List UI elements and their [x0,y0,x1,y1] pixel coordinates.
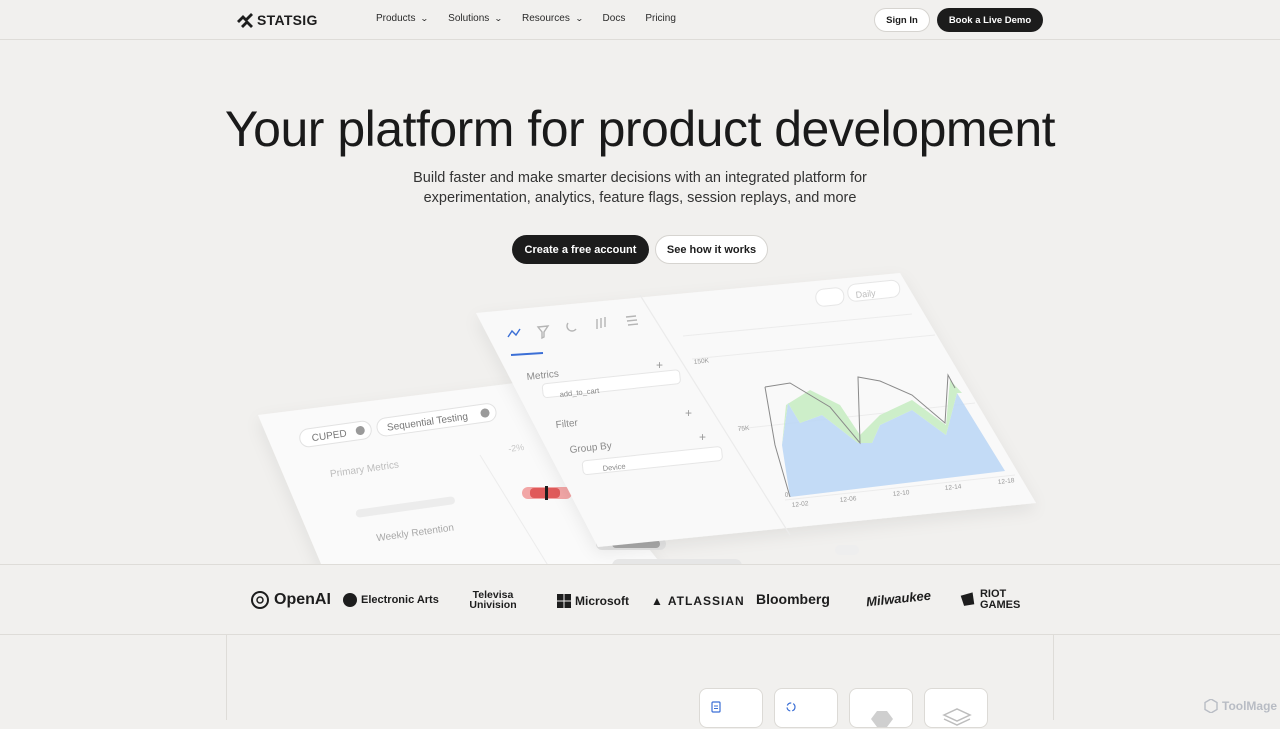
sign-in-button[interactable]: Sign In [874,8,930,32]
hero-subtitle: Build faster and make smarter decisions … [413,170,867,206]
microsoft-icon [557,594,571,608]
logo-microsoft-label: Microsoft [575,594,629,608]
chevron-down-icon: ⌄ [494,14,504,23]
logo-atlassian-label: ATLASSIAN [667,594,745,608]
watermark-icon [1204,699,1218,713]
logo-bloomberg: Bloomberg [756,591,830,607]
nav-pricing[interactable]: Pricing [645,13,676,24]
plus-icon: + [656,358,663,372]
scroll-thumb [835,545,859,555]
book-demo-button[interactable]: Book a Live Demo [937,8,1043,32]
hero-title: Your platform for product development [224,101,1056,157]
logo-ea: Electronic Arts [343,593,439,607]
nav-products[interactable]: Products ⌄ [376,13,430,24]
logo-openai-label: OpenAI [274,591,331,608]
logo-riot-games: RIOT GAMES [959,589,1039,611]
plus-icon: + [685,406,692,420]
statsig-logo-icon [237,12,253,28]
plus-icon: + [699,430,706,444]
ci-marker [545,486,548,500]
logo-milwaukee: Milwaukee [865,587,932,610]
tag-icon [871,711,893,727]
see-how-it-works-button[interactable]: See how it works [655,235,768,264]
watermark: ToolMage [1204,699,1277,713]
product-illustration: CUPED Sequential Testing Primary Metrics… [0,265,1280,565]
nav-pricing-label: Pricing [645,13,676,24]
chevron-down-icon: ⌄ [574,14,584,23]
customer-logos: OpenAI Electronic Arts Televisa Univisio… [0,564,1280,635]
illustration-svg: CUPED Sequential Testing Primary Metrics… [258,273,1036,565]
riot-fist-icon [960,592,975,606]
nav-docs-label: Docs [602,13,626,24]
nav-products-label: Products [376,13,416,24]
openai-icon [251,591,269,609]
nav-resources-label: Resources [522,13,570,24]
logo-televisa: Televisa Univision [469,589,517,611]
interval-label: Daily [855,288,876,300]
feature-tile-docs[interactable] [699,688,763,728]
feature-tile-recycle[interactable] [774,688,838,728]
nav-resources[interactable]: Resources ⌄ [522,13,584,24]
nav-docs[interactable]: Docs [603,13,626,24]
top-nav: STATSIG Products ⌄ Solutions ⌄ Resources ⌄ … [0,0,1280,40]
feature-tile-tag[interactable] [849,688,913,728]
layers-icon [942,708,972,726]
logo-riot-label: RIOT GAMES [979,588,1021,611]
document-icon [711,701,721,713]
create-account-button[interactable]: Create a free account [512,235,649,264]
refresh-icon [786,702,796,712]
logo-ea-label: Electronic Arts [361,594,439,606]
brand-name: STATSIG [257,12,318,28]
chevron-down-icon: ⌄ [420,14,430,23]
statsig-logo[interactable]: STATSIG [237,12,318,28]
logo-microsoft: Microsoft [557,594,629,608]
nav-links: Products ⌄ Solutions ⌄ Resources ⌄ Docs Pri… [376,13,696,24]
nav-solutions-label: Solutions [448,13,490,24]
ea-icon [343,593,357,607]
y-tick-label: 75K [737,425,750,433]
atlassian-icon: ▲ [651,594,664,608]
logo-atlassian: ▲ ATLASSIAN [651,594,745,608]
line-chart-toggle [815,287,845,307]
nav-solutions[interactable]: Solutions ⌄ [448,13,504,24]
logo-openai: OpenAI [250,590,331,610]
watermark-label: ToolMage [1222,699,1278,713]
feature-tile-layers[interactable] [924,688,988,728]
